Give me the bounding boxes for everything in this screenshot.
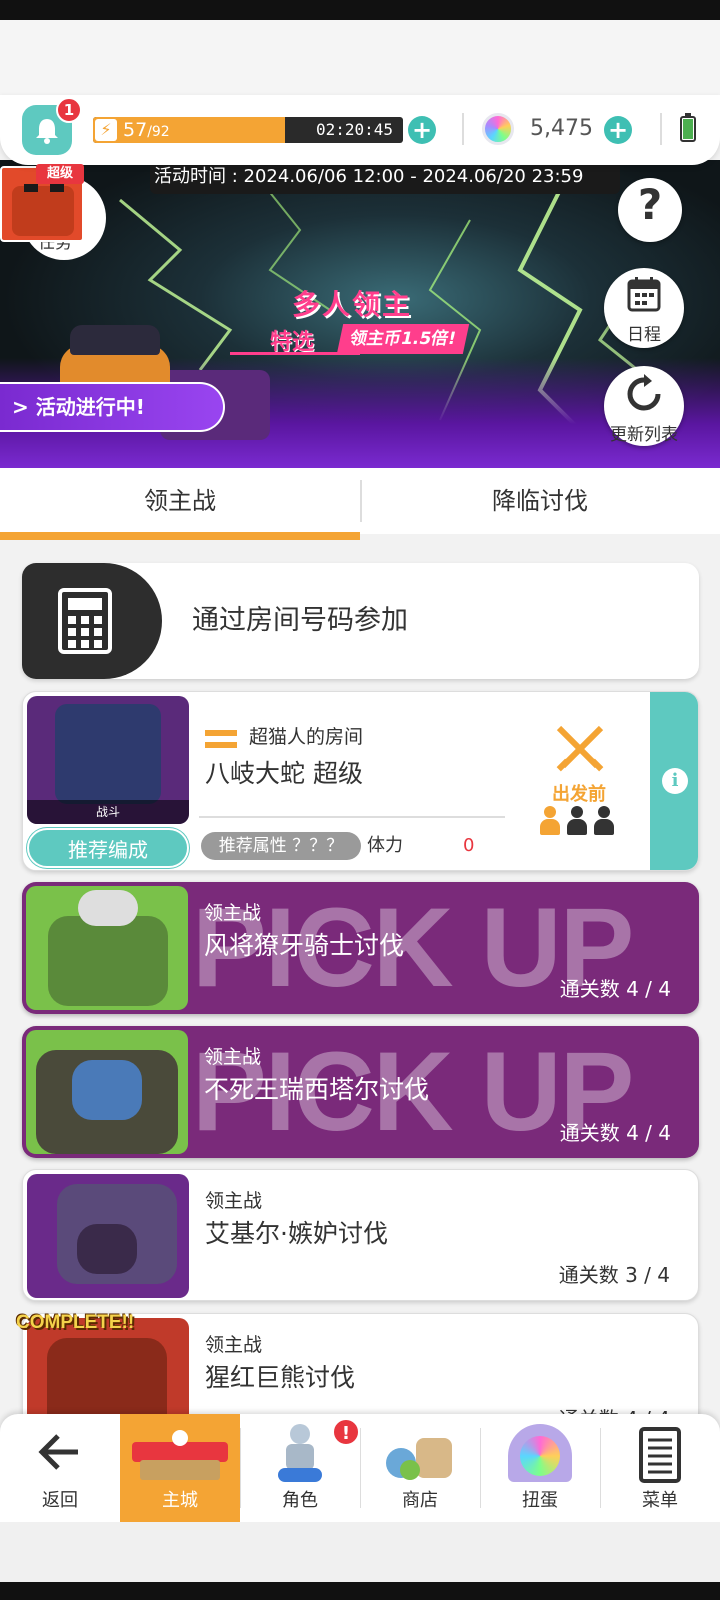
nav-home-label: 主城: [162, 1490, 198, 1511]
complete-badge: COMPLETE!!: [16, 1312, 135, 1333]
divider: [199, 816, 505, 818]
nav-shop[interactable]: 商店: [360, 1414, 480, 1522]
refresh-list-button[interactable]: 更新列表: [604, 366, 684, 446]
event-subtitle: 特选 领主币1.5倍!: [230, 320, 480, 356]
quest-name: 艾基尔·嫉妒讨伐: [205, 1219, 388, 1248]
quest-type: 领主战: [204, 1046, 262, 1068]
hp-label: 体力: [367, 835, 403, 856]
event-title: 多人领主: [292, 288, 413, 321]
system-bottom-edge: [0, 1582, 720, 1600]
stamina-current: 57: [123, 119, 148, 141]
gem-icon: [482, 113, 514, 145]
party-members-icon: [539, 806, 619, 836]
quest-progress: 通关数 4 / 4: [559, 1121, 671, 1145]
nav-shop-label: 商店: [402, 1490, 438, 1511]
crossed-swords-icon: [556, 725, 604, 772]
schedule-label: 日程: [627, 325, 661, 345]
arrow-left-icon: [38, 1434, 78, 1470]
coin-bonus-badge: 领主币1.5倍!: [336, 324, 470, 354]
question-icon: ?: [637, 180, 663, 229]
nav-menu[interactable]: 菜单: [600, 1414, 720, 1522]
nav-gacha-label: 扭蛋: [522, 1490, 558, 1511]
nav-back-label: 返回: [42, 1490, 78, 1511]
tab-lord-battle[interactable]: 领主战: [0, 468, 360, 534]
menu-list-icon: [639, 1427, 681, 1483]
thumb-caption: 战斗: [27, 800, 189, 824]
event-time: 活动时间 : 2024.06/06 12:00 - 2024.06/20 23:…: [150, 160, 620, 194]
event-banner[interactable]: 活动时间 : 2024.06/06 12:00 - 2024.06/20 23:…: [0, 160, 720, 468]
character-icon: [278, 1424, 322, 1484]
event-active-button[interactable]: > 活动进行中!: [0, 382, 225, 432]
nav-home[interactable]: 主城: [120, 1414, 240, 1522]
room-owner: 超猫人的房间: [249, 726, 364, 748]
join-by-room-code-button[interactable]: 通过房间号码参加: [22, 563, 699, 679]
nav-gacha[interactable]: 扭蛋: [480, 1414, 600, 1522]
resource-header: 1 ⚡ 57/92 02:20:45 + 5,475 +: [0, 95, 720, 165]
gem-count: 5,475: [530, 116, 593, 141]
recommended-party-button[interactable]: 推荐编成: [27, 828, 189, 868]
recommended-attribute: 推荐属性 ？？？: [201, 832, 361, 860]
quest-thumbnail: [27, 1174, 189, 1298]
add-gems-button[interactable]: +: [604, 116, 632, 144]
shop-bag-icon: [386, 1432, 454, 1482]
quest-type: 领主战: [205, 1190, 263, 1212]
stamina-fill: [93, 117, 286, 143]
stamina-bar: ⚡ 57/92 02:20:45: [93, 117, 403, 143]
gacha-portal-icon: [502, 1424, 578, 1484]
bottom-navigation: 返回 主城 角色 商店 扭蛋 菜单: [0, 1414, 720, 1522]
quest-type: 领主战: [205, 1334, 263, 1356]
info-icon: i: [662, 768, 688, 794]
nav-menu-label: 菜单: [642, 1490, 678, 1511]
top-spacer: [0, 20, 720, 105]
system-nav-bar: [0, 1522, 720, 1582]
tab-active-indicator: [0, 532, 360, 540]
refresh-icon: [627, 374, 661, 411]
room-info-button[interactable]: i: [650, 692, 698, 870]
quest-thumbnail: [26, 886, 188, 1010]
divider: [462, 113, 464, 145]
quest-card[interactable]: 领主战 艾基尔·嫉妒讨伐 通关数 3 / 4: [22, 1169, 699, 1301]
stamina-value: 57/92: [123, 117, 170, 143]
help-button[interactable]: ?: [618, 178, 682, 242]
quest-name: 不死王瑞西塔尔讨伐: [204, 1075, 430, 1104]
quest-card-pickup[interactable]: PICK UP 领主战 风将獠牙骑士讨伐 通关数 4 / 4: [22, 882, 699, 1014]
lightning-icon: ⚡: [95, 119, 117, 141]
raid-tabs: 领主战 降临讨伐: [0, 468, 720, 534]
quest-type: 领主战: [204, 902, 262, 924]
swap-arrows-icon: [205, 728, 237, 752]
quest-name: 风将獠牙骑士讨伐: [204, 931, 405, 960]
room-status: 出发前: [552, 784, 606, 805]
characters-alert-badge: !: [332, 1418, 360, 1446]
tab-descent-raid[interactable]: 降临讨伐: [360, 468, 720, 534]
stamina-max: /92: [147, 124, 170, 140]
add-stamina-button[interactable]: +: [408, 116, 436, 144]
room-card[interactable]: 战斗 推荐编成 超猫人的房间 八岐大蛇 超级 推荐属性 ？？？ 体力 0 出发前…: [22, 691, 699, 871]
nav-back[interactable]: 返回: [0, 1414, 120, 1522]
system-status-bar: [0, 0, 720, 20]
join-by-room-code-label: 通过房间号码参加: [192, 605, 408, 636]
notification-badge: 1: [56, 97, 82, 123]
stamina-timer: 02:20:45: [315, 120, 393, 139]
boss-orochi-thumbnail: 战斗: [27, 696, 189, 824]
calculator-icon: [58, 588, 112, 654]
castle-icon: [132, 1430, 228, 1480]
quest-name: 猩红巨熊讨伐: [205, 1363, 356, 1392]
divider: [660, 113, 662, 145]
bell-icon: [36, 119, 58, 144]
hp-value: 0: [463, 835, 475, 856]
quest-thumbnail: [26, 1030, 188, 1154]
calendar-icon: [627, 277, 661, 312]
battery-icon: [680, 113, 696, 142]
quest-progress: 通关数 3 / 4: [558, 1263, 670, 1287]
schedule-button[interactable]: 日程: [604, 268, 684, 348]
super-tag: 超级: [36, 164, 84, 184]
room-boss-name: 八岐大蛇 超级: [205, 759, 363, 788]
quest-card-pickup[interactable]: PICK UP 领主战 不死王瑞西塔尔讨伐 通关数 4 / 4: [22, 1026, 699, 1158]
refresh-label: 更新列表: [610, 425, 678, 445]
nav-characters-label: 角色: [282, 1490, 318, 1511]
quest-progress: 通关数 4 / 4: [559, 977, 671, 1001]
code-icon-panel: [22, 563, 162, 679]
